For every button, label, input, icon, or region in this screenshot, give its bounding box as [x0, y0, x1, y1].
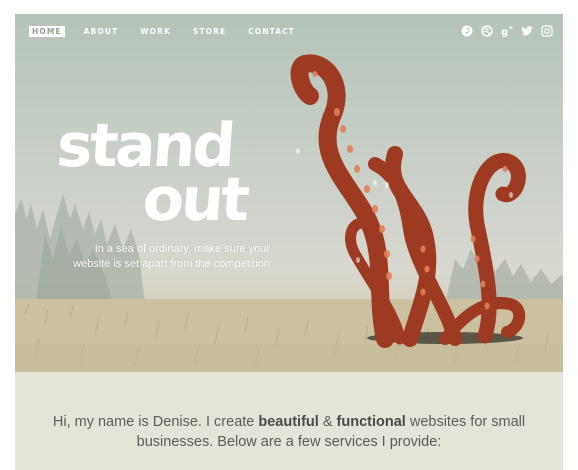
- intro-section: Hi, my name is Denise. I create beautifu…: [15, 372, 563, 470]
- intro-text: Hi, my name is Denise. I create beautifu…: [45, 412, 533, 452]
- pinterest-icon[interactable]: [461, 25, 473, 37]
- main-nav: HOME ABOUT WORK STORE CONTACT: [29, 26, 298, 37]
- social-links: g: [461, 25, 553, 37]
- svg-text:g: g: [501, 27, 508, 37]
- hero-section: HOME ABOUT WORK STORE CONTACT g stand ou…: [15, 14, 563, 372]
- hero-tagline: In a sea of ordinary, make sure your web…: [55, 242, 270, 272]
- google-plus-icon[interactable]: g: [501, 25, 513, 37]
- nav-item-store[interactable]: STORE: [190, 26, 229, 37]
- tentacle-art: [290, 54, 526, 348]
- twitter-icon[interactable]: [521, 25, 533, 37]
- instagram-icon[interactable]: [541, 25, 553, 37]
- intro-bold-beautiful: beautiful: [258, 414, 319, 430]
- headline-line-2: out: [140, 165, 250, 235]
- page-frame: HOME ABOUT WORK STORE CONTACT g stand ou…: [15, 14, 563, 470]
- nav-item-home[interactable]: HOME: [29, 26, 65, 37]
- tagline-line-1: In a sea of ordinary, make sure your: [94, 243, 270, 255]
- tagline-line-2: website is set apart from the competitio…: [73, 258, 270, 270]
- hero-illustration: [15, 54, 563, 372]
- nav-item-contact[interactable]: CONTACT: [245, 26, 298, 37]
- intro-text-part-2: &: [318, 414, 337, 430]
- nav-item-about[interactable]: ABOUT: [81, 26, 122, 37]
- nav-item-work[interactable]: WORK: [137, 26, 174, 37]
- intro-bold-functional: functional: [336, 414, 406, 430]
- dribbble-icon[interactable]: [481, 25, 493, 37]
- intro-text-part-1: Hi, my name is Denise. I create: [52, 414, 259, 430]
